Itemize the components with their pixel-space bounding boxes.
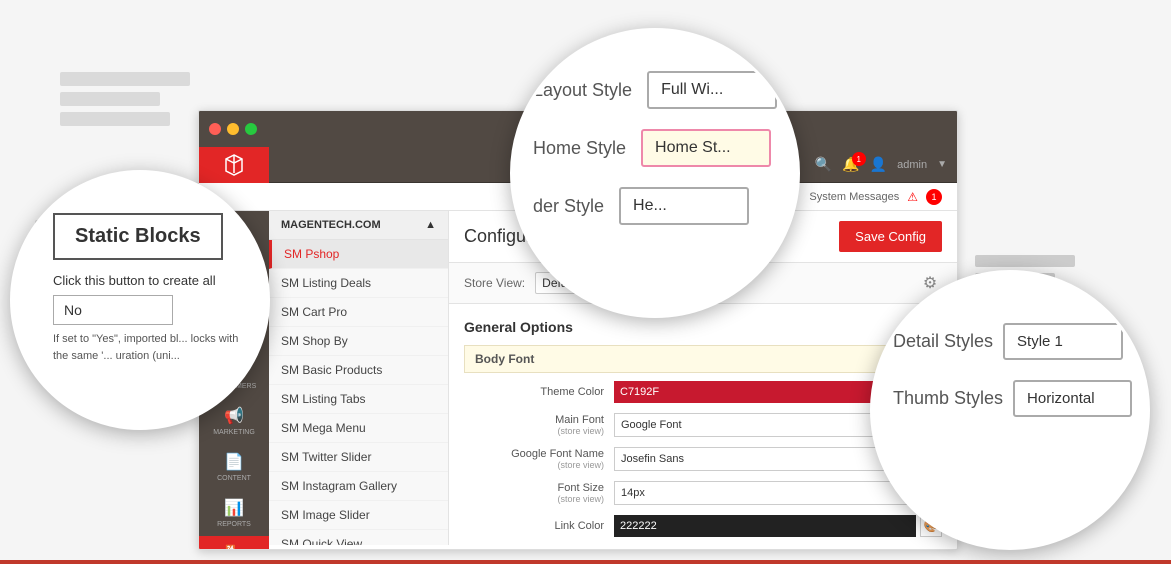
second-nav-label-smMegaMenu: SM Mega Menu xyxy=(281,421,366,435)
second-nav-label-smShopBy: SM Shop By xyxy=(281,334,348,348)
thumb-styles-label: Thumb Styles xyxy=(893,388,1003,409)
second-nav-item-smMegaMenu[interactable]: SM Mega Menu xyxy=(269,414,448,443)
notifications-icon[interactable]: 🔔 1 xyxy=(842,156,859,173)
zoom-layout-style-label: Layout Style xyxy=(533,80,632,101)
zoom-home-style-row: Home Style Home St... xyxy=(533,129,777,167)
google-font-name-label: Google Font Name (store view) xyxy=(464,448,604,470)
theme-color-label: Theme Color xyxy=(464,386,604,398)
second-nav-item-smCartPro[interactable]: SM Cart Pro xyxy=(269,298,448,327)
detail-styles-value[interactable]: Style 1 xyxy=(1003,323,1123,360)
detail-styles-row: Detail Styles Style 1 xyxy=(893,323,1132,360)
general-options-header: General Options xyxy=(464,314,942,345)
admin-user-label: admin xyxy=(897,159,927,171)
sidebar-label-marketing: MARKETING xyxy=(213,429,255,436)
traffic-light-minimize[interactable] xyxy=(227,123,239,135)
second-nav-label-smInstagramGallery: SM Instagram Gallery xyxy=(281,479,397,493)
second-nav-header[interactable]: MAGENTECH.COM ▲ xyxy=(269,211,448,240)
zoom-layout-style-row: Layout Style Full Wi... xyxy=(533,71,777,109)
second-nav: MAGENTECH.COM ▲ SM Pshop SM Listing Deal… xyxy=(269,211,449,545)
content-icon: 📄 xyxy=(224,452,244,472)
zoom-circle-styles: Detail Styles Style 1 Thumb Styles Horiz… xyxy=(870,270,1150,550)
link-color-row: Link Color 222222 🎨 xyxy=(464,515,942,537)
thumb-styles-value[interactable]: Horizontal xyxy=(1013,380,1132,417)
second-nav-item-smQuickView[interactable]: SM Quick View xyxy=(269,530,448,545)
second-nav-label-smImageSlider: SM Image Slider xyxy=(281,508,370,522)
second-nav-collapse-icon: ▲ xyxy=(425,219,436,231)
zoom-home-style-label: Home Style xyxy=(533,138,626,159)
link-color-label: Link Color xyxy=(464,520,604,532)
thumb-styles-row: Thumb Styles Horizontal xyxy=(893,380,1132,417)
sidebar-item-reports[interactable]: 📊 REPORTS xyxy=(199,490,269,536)
store-view-label: Store View: xyxy=(464,276,525,290)
sidebar-label-content: CONTENT xyxy=(217,475,251,482)
second-nav-item-smListingTabs[interactable]: SM Listing Tabs xyxy=(269,385,448,414)
user-icon[interactable]: 👤 xyxy=(870,156,887,173)
second-nav-label-smQuickView: SM Quick View xyxy=(281,537,362,545)
zoom-circle-static: Static Blocks Click this button to creat… xyxy=(10,170,270,430)
magento-logo-area xyxy=(199,147,269,183)
static-blocks-button[interactable]: Static Blocks xyxy=(53,213,223,260)
second-nav-item-smPshop[interactable]: SM Pshop xyxy=(269,240,448,269)
google-font-name-row: Google Font Name (store view) Josefin Sa… xyxy=(464,447,942,471)
bg-item-1 xyxy=(60,72,190,86)
second-nav-item-smBasicProducts[interactable]: SM Basic Products xyxy=(269,356,448,385)
system-messages-label: System Messages xyxy=(809,191,899,203)
theme-color-value: C7192F xyxy=(620,386,659,398)
font-size-label: Font Size (store view) xyxy=(464,482,604,504)
link-color-field: 222222 🎨 xyxy=(614,515,942,537)
link-color-value: 222222 xyxy=(620,520,657,532)
bg-lbox-line1 xyxy=(975,255,1075,267)
traffic-light-maximize[interactable] xyxy=(245,123,257,135)
sidebar-label-reports: REPORTS xyxy=(217,521,251,528)
zoom-home-style-value[interactable]: Home St... xyxy=(641,129,771,167)
second-nav-item-smShopBy[interactable]: SM Shop By xyxy=(269,327,448,356)
font-size-row: Font Size (store view) 14px xyxy=(464,481,942,505)
warning-badge: 1 xyxy=(926,189,942,205)
second-nav-item-smListingDeals[interactable]: SM Listing Deals xyxy=(269,269,448,298)
second-nav-item-smImageSlider[interactable]: SM Image Slider xyxy=(269,501,448,530)
marketing-icon: 📢 xyxy=(224,406,244,426)
main-font-label: Main Font (store view) xyxy=(464,414,604,436)
zoom-circle-layout: Layout Style Full Wi... Home Style Home … xyxy=(510,28,800,318)
sidebar-item-content[interactable]: 📄 CONTENT xyxy=(199,444,269,490)
reports-icon: 📊 xyxy=(224,498,244,518)
body-font-header: Body Font xyxy=(464,345,942,373)
second-nav-item-smTwitterSlider[interactable]: SM Twitter Slider xyxy=(269,443,448,472)
bottom-border xyxy=(0,560,1171,564)
detail-styles-label: Detail Styles xyxy=(893,331,993,352)
sidebar-item-stores[interactable]: 🏪 STORES xyxy=(199,536,269,550)
admin-user-arrow: ▼ xyxy=(937,159,947,170)
zoom-layout-style-value[interactable]: Full Wi... xyxy=(647,71,777,109)
notification-badge: 1 xyxy=(852,152,866,166)
second-nav-label-smTwitterSlider: SM Twitter Slider xyxy=(281,450,371,464)
search-icon[interactable]: 🔍 xyxy=(815,156,832,173)
second-nav-title: MAGENTECH.COM xyxy=(281,219,381,231)
save-config-button[interactable]: Save Config xyxy=(839,221,942,252)
second-nav-label-smCartPro: SM Cart Pro xyxy=(281,305,347,319)
second-nav-label-smListingDeals: SM Listing Deals xyxy=(281,276,371,290)
second-nav-label-smBasicProducts: SM Basic Products xyxy=(281,363,382,377)
second-nav-label-smListingTabs: SM Listing Tabs xyxy=(281,392,366,406)
link-color-input-area[interactable]: 222222 xyxy=(614,515,916,537)
bg-item-2 xyxy=(60,92,160,106)
stores-icon: 🏪 xyxy=(224,544,244,550)
static-blocks-dropdown-desc: If set to "Yes", imported bl... locks wi… xyxy=(53,331,247,364)
zoom-der-style-label: der Style xyxy=(533,196,604,217)
traffic-light-close[interactable] xyxy=(209,123,221,135)
magento-logo-icon xyxy=(222,153,246,177)
second-nav-item-smInstagramGallery[interactable]: SM Instagram Gallery xyxy=(269,472,448,501)
bg-item-3 xyxy=(60,112,170,126)
warning-icon: ⚠ xyxy=(907,190,918,204)
static-blocks-description: Click this button to create all xyxy=(53,272,233,290)
zoom-der-style-value[interactable]: He... xyxy=(619,187,749,225)
static-blocks-dropdown[interactable]: No xyxy=(53,295,173,325)
second-nav-label-smPshop: SM Pshop xyxy=(284,247,339,261)
zoom-der-style-row: der Style He... xyxy=(533,187,777,225)
